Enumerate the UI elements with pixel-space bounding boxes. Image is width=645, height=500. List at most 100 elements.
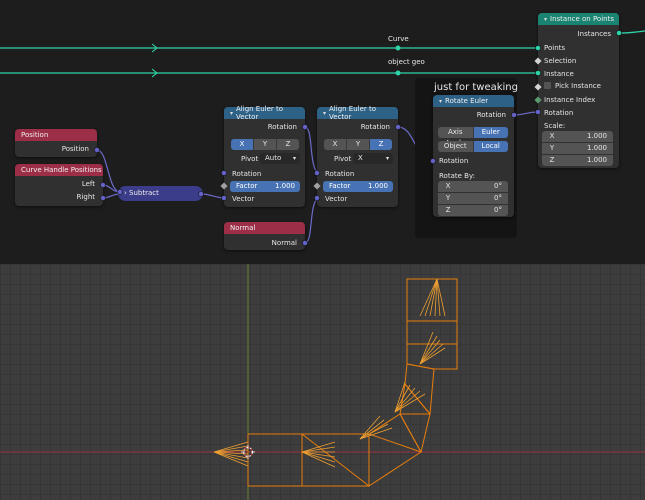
node-instance-on-points[interactable]: ▾ Instance on Points Instances Points Sel… <box>538 13 619 168</box>
node-position[interactable]: Position Position <box>15 129 97 157</box>
node-instance-header[interactable]: ▾ Instance on Points <box>538 13 619 25</box>
rotate-mode-euler[interactable]: Euler <box>473 127 508 138</box>
instance-input-index: Instance Index <box>544 96 596 104</box>
node-normal-title: Normal <box>230 224 256 232</box>
align2-output-rotation: Rotation <box>360 123 390 131</box>
rotate-by-y-label: Y <box>445 194 451 202</box>
node-align2-title: Align Euler to Vector <box>329 105 377 121</box>
align2-pivot-value: X <box>358 154 363 162</box>
pick-instance-checkbox[interactable] <box>544 82 551 89</box>
rotate-space-object[interactable]: Object <box>438 141 474 152</box>
align2-factor-label: Factor <box>329 182 351 190</box>
instance-scale-label: Scale: <box>544 122 566 130</box>
align1-pivot-dropdown[interactable]: Auto ▾ <box>260 153 300 164</box>
scale-z-value: 1.000 <box>586 156 607 164</box>
instance-input-instance: Instance <box>544 70 574 78</box>
instance-output-instances: Instances <box>577 30 611 38</box>
scale-y-value: 1.000 <box>586 144 607 152</box>
node-curve-handle-header[interactable]: Curve Handle Positions <box>15 164 103 176</box>
chevron-down-icon[interactable]: ▾ <box>323 110 326 117</box>
scale-x-label: X <box>549 132 555 140</box>
rotate-by-label: Rotate By: <box>439 172 475 180</box>
align2-factor-field[interactable]: Factor 1.000 <box>323 181 393 192</box>
align1-factor-value: 1.000 <box>274 182 295 190</box>
instanced-mesh-wireframe <box>247 278 458 487</box>
node-position-header[interactable]: Position <box>15 129 97 141</box>
rotate-by-z-label: Z <box>445 206 451 214</box>
align1-axis-y[interactable]: Y <box>254 139 277 150</box>
node-align-euler-1[interactable]: ▾ Align Euler to Vector Rotation X Y Z Pi… <box>224 105 305 207</box>
rotate-by-z-field[interactable]: Z 0° <box>438 205 508 216</box>
node-instance-title: Instance on Points <box>550 15 614 23</box>
node-editor[interactable]: Curve object geo just for tweaking Posit… <box>0 0 645 264</box>
scale-y-field[interactable]: Y 1.000 <box>542 143 613 154</box>
node-align1-title: Align Euler to Vector <box>236 105 284 121</box>
rotate-by-x-field[interactable]: X 0° <box>438 181 508 192</box>
align2-pivot-dropdown[interactable]: X ▾ <box>353 153 393 164</box>
align2-input-vector: Vector <box>325 195 348 203</box>
align1-axis-x[interactable]: X <box>231 139 254 150</box>
socket-position-label: Position <box>61 145 89 153</box>
chevron-down-icon: ▾ <box>385 155 389 162</box>
chevron-down-icon[interactable]: ▾ <box>230 110 233 117</box>
rotate-mode-selector[interactable]: Axis Angle Euler <box>438 127 508 147</box>
align1-factor-label: Factor <box>236 182 258 190</box>
align1-input-rotation: Rotation <box>232 170 262 178</box>
node-align2-header[interactable]: ▾ Align Euler to Vector <box>317 105 398 121</box>
node-rotate-euler[interactable]: ▾Rotate Euler Rotation Axis Angle Euler … <box>433 95 514 217</box>
chevron-down-icon: ▾ <box>292 155 296 162</box>
rotate-mode-axis-angle[interactable]: Axis Angle <box>438 127 474 147</box>
viewport-scene <box>0 264 645 500</box>
rotate-by-y-field[interactable]: Y 0° <box>438 193 508 204</box>
node-subtract[interactable]: › Subtract <box>118 186 203 201</box>
node-align-euler-2[interactable]: ▾ Align Euler to Vector Rotation X Y Z Pi… <box>317 105 398 207</box>
node-normal-header[interactable]: Normal <box>224 222 305 234</box>
align1-factor-field[interactable]: Factor 1.000 <box>230 181 300 192</box>
node-position-title: Position <box>21 131 49 139</box>
scale-z-label: Z <box>549 156 555 164</box>
rotate-by-y-value: 0° <box>494 194 502 202</box>
scale-x-value: 1.000 <box>586 132 607 140</box>
align2-pivot-label: Pivot <box>334 155 352 163</box>
align1-output-rotation: Rotation <box>267 123 297 131</box>
normal-output-label: Normal <box>271 239 297 247</box>
scale-y-label: Y <box>549 144 555 152</box>
rotate-by-z-value: 0° <box>494 206 502 214</box>
instance-pick-instance[interactable]: Pick Instance <box>544 82 601 90</box>
rotate-space-selector[interactable]: Object Local <box>438 141 508 152</box>
pick-instance-label: Pick Instance <box>555 82 601 90</box>
align1-axis-selector[interactable]: X Y Z <box>231 139 299 150</box>
scale-z-field[interactable]: Z 1.000 <box>542 155 613 166</box>
node-curve-handle-title: Curve Handle Positions <box>21 166 102 174</box>
node-align1-header[interactable]: ▾ Align Euler to Vector <box>224 105 305 121</box>
chevron-down-icon[interactable]: ▾ <box>544 16 547 23</box>
align2-axis-z[interactable]: Z <box>370 139 392 150</box>
instance-input-selection: Selection <box>544 57 577 65</box>
align2-input-rotation: Rotation <box>325 170 355 178</box>
rotate-input-rotation: Rotation <box>439 157 469 165</box>
scale-x-field[interactable]: X 1.000 <box>542 131 613 142</box>
chevron-down-icon[interactable]: ▾ <box>439 98 442 105</box>
frame-label: just for tweaking <box>434 82 518 93</box>
instance-input-rotation: Rotation <box>544 109 574 117</box>
node-rotate-euler-header[interactable]: ▾ Rotate Euler <box>433 95 514 107</box>
align1-input-vector: Vector <box>232 195 255 203</box>
instance-input-points: Points <box>544 44 566 52</box>
socket-left-label: Left <box>81 180 95 188</box>
align2-axis-x[interactable]: X <box>324 139 347 150</box>
reroute-curve-dot <box>395 45 401 51</box>
node-subtract-title: Subtract <box>129 189 159 197</box>
align2-axis-y[interactable]: Y <box>347 139 370 150</box>
align1-axis-z[interactable]: Z <box>277 139 299 150</box>
socket-right-label: Right <box>76 193 95 201</box>
rotate-output-rotation: Rotation <box>476 111 506 119</box>
3d-viewport[interactable] <box>0 264 645 500</box>
node-curve-handle-positions[interactable]: Curve Handle Positions Left Right <box>15 164 103 206</box>
align2-axis-selector[interactable]: X Y Z <box>324 139 392 150</box>
rotate-by-x-value: 0° <box>494 182 502 190</box>
reroute-object-geo-label: object geo <box>388 58 425 66</box>
node-normal[interactable]: Normal Normal <box>224 222 305 250</box>
rotate-space-local[interactable]: Local <box>473 141 508 152</box>
align1-pivot-value: Auto <box>265 154 282 162</box>
align2-factor-value: 1.000 <box>367 182 388 190</box>
